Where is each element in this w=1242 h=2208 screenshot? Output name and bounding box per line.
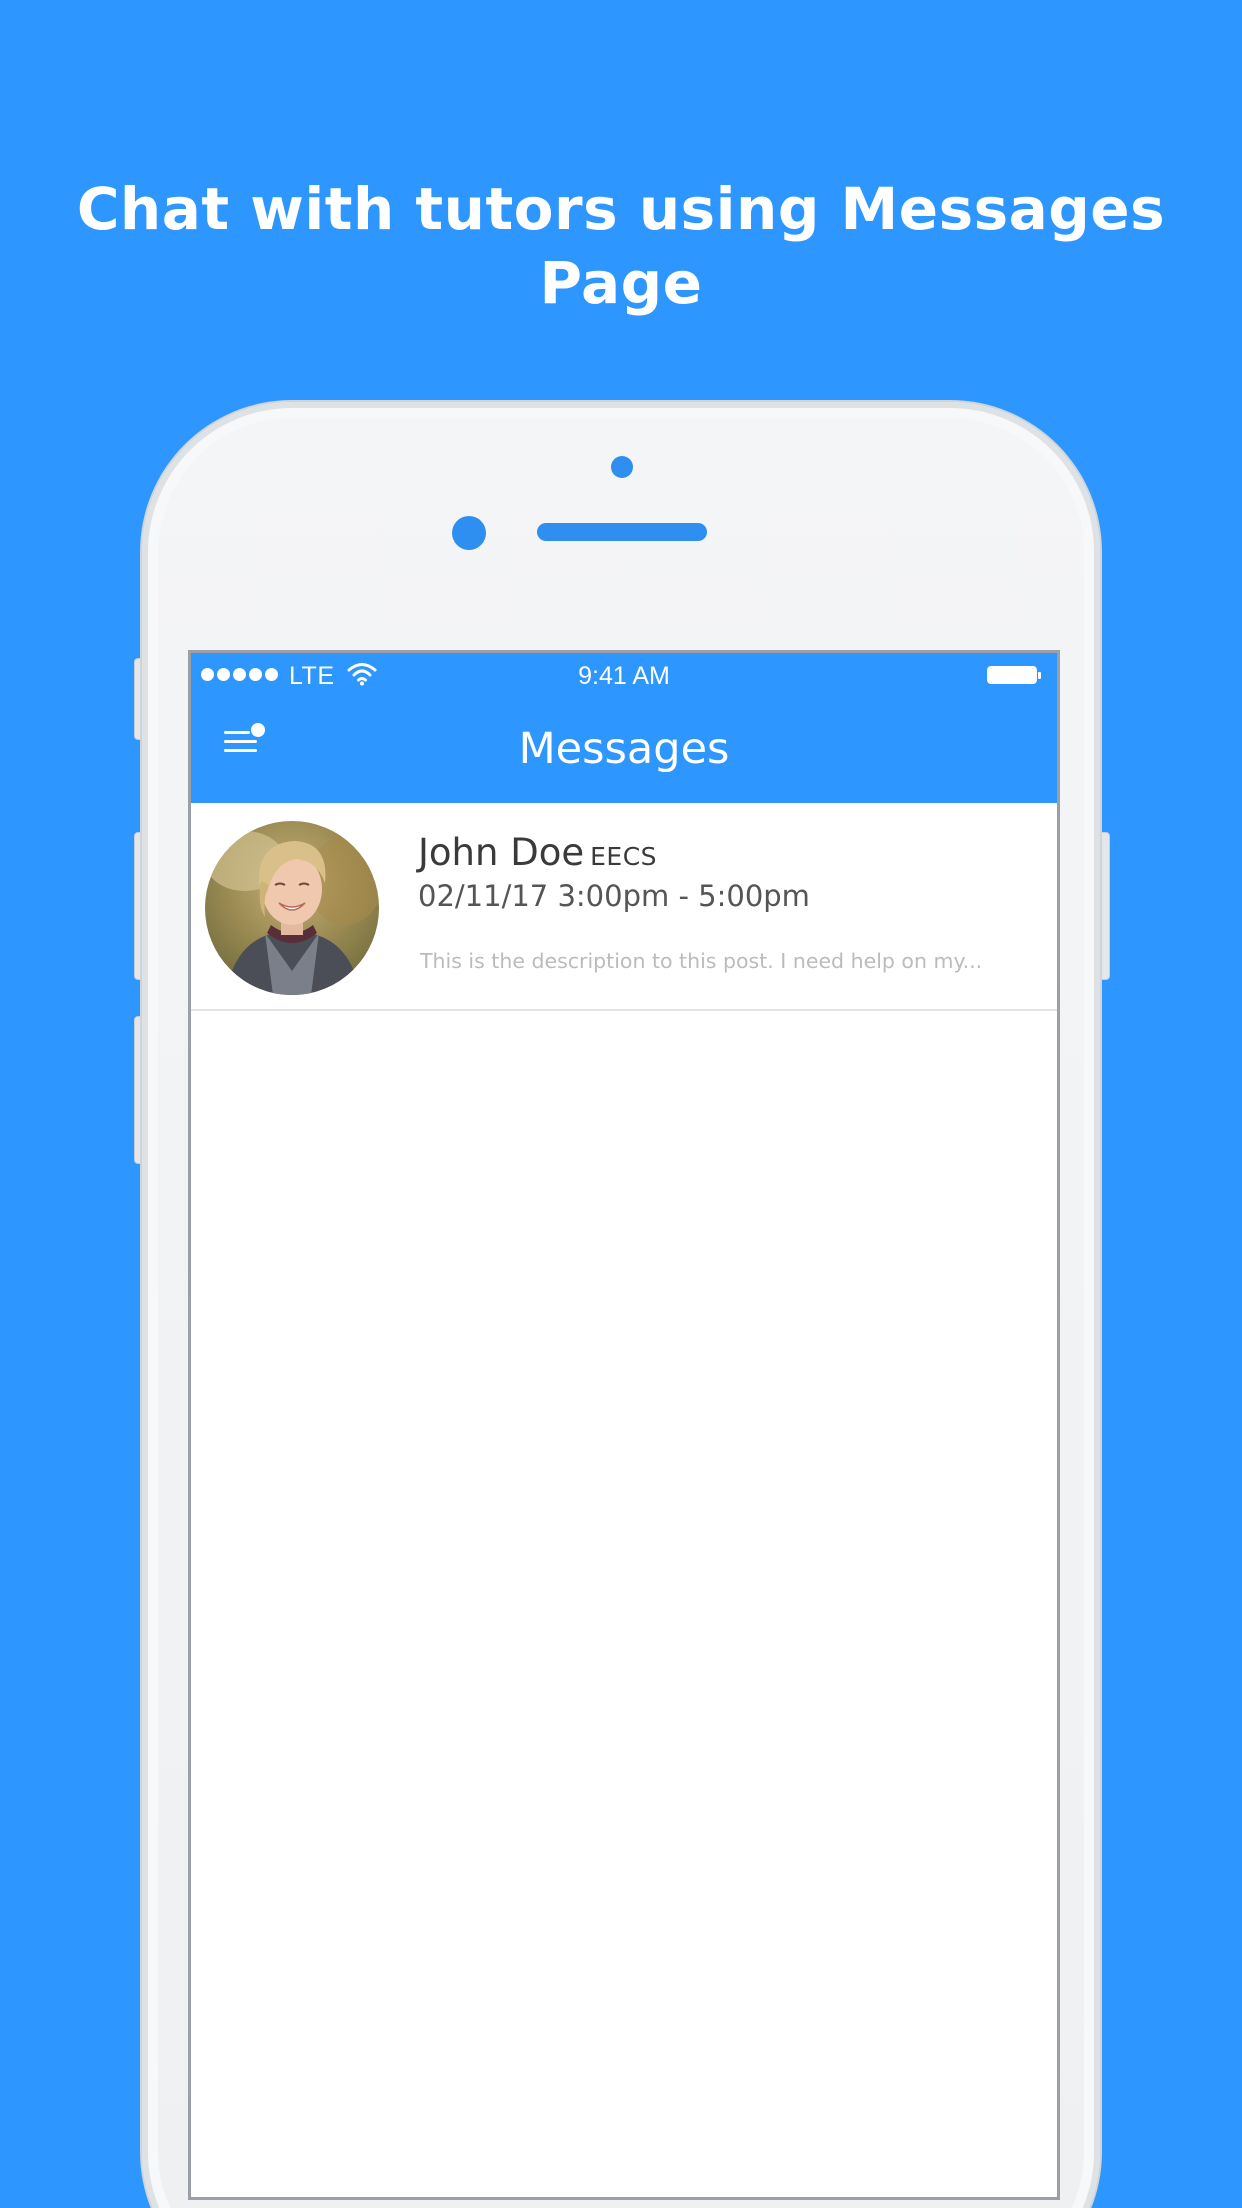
sender-name: John Doe [418,831,585,874]
phone-screen: LTE 9:41 AM Messages John Doe EECS 02/11… [188,650,1060,2200]
earpiece-speaker [537,523,707,541]
battery-icon [987,666,1041,684]
message-list-item[interactable]: John Doe EECS 02/11/17 3:00pm - 5:00pm Th… [191,803,1057,1011]
message-header: John Doe EECS [418,831,657,874]
message-time: 02/11/17 3:00pm - 5:00pm [418,879,810,913]
promo-headline: Chat with tutors using Messages Page [76,175,1166,317]
avatar [205,821,379,995]
navigation-bar: Messages [191,697,1057,803]
front-camera [452,516,486,550]
proximity-sensor [611,456,633,478]
message-preview: This is the description to this post. I … [420,949,983,973]
promo-page: Chat with tutors using Messages Page LTE… [0,0,1242,2208]
status-time: 9:41 AM [578,662,670,690]
avatar-photo [205,821,379,995]
sender-department: EECS [590,842,658,871]
status-bar: LTE 9:41 AM [191,653,1057,697]
page-title: Messages [518,724,730,774]
